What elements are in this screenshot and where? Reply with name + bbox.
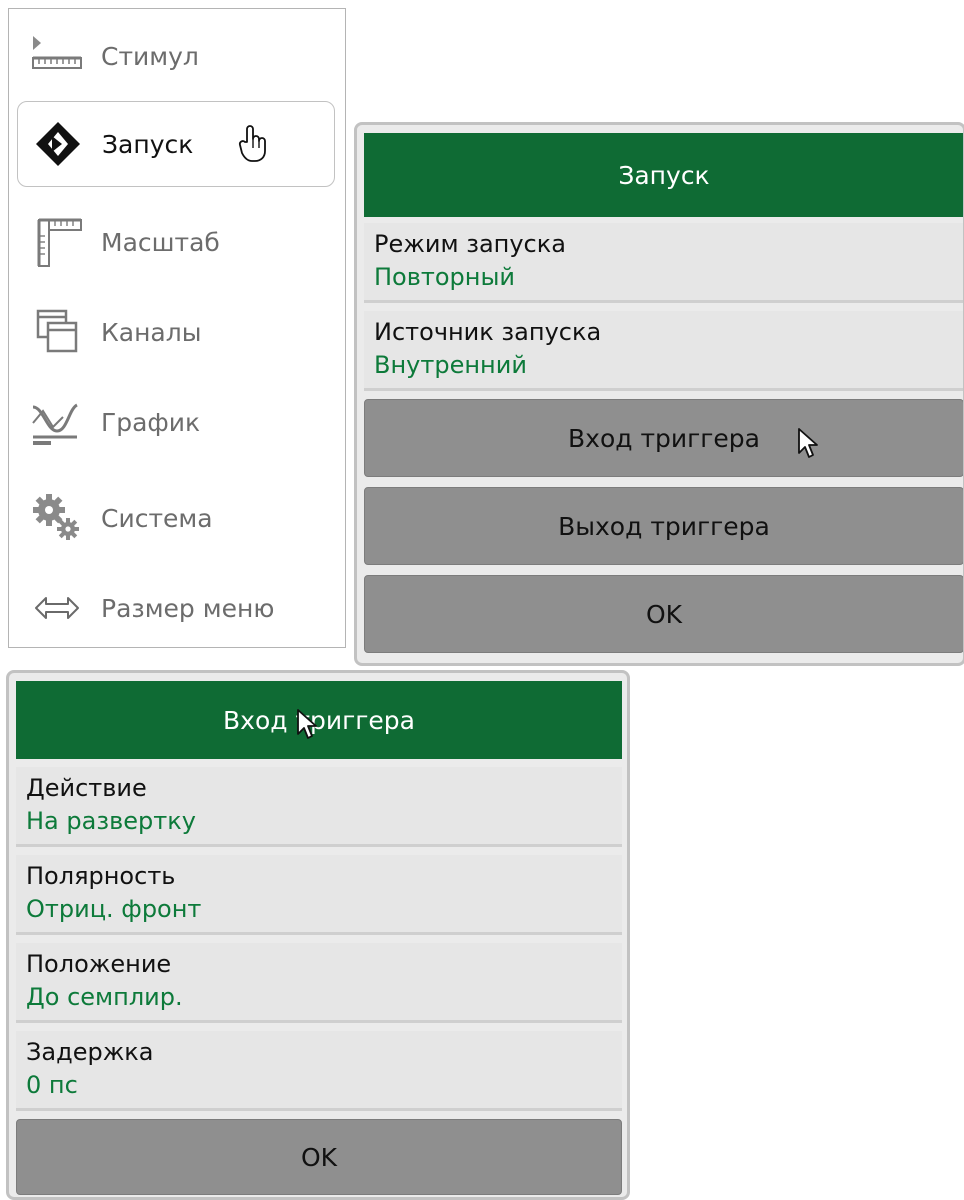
trigger-input-button[interactable]: Вход триггера: [364, 399, 963, 477]
trigger-input-panel: Вход триггера Действие На развертку Поля…: [6, 670, 630, 1200]
ok-button[interactable]: OK: [364, 575, 963, 653]
menu-item-label: Стимул: [101, 41, 199, 71]
field-value: Повторный: [374, 263, 516, 291]
field-label: Задержка: [26, 1038, 154, 1066]
field-label: Полярность: [26, 862, 176, 890]
panel-title: Запуск: [364, 133, 963, 217]
delay-field[interactable]: Задержка 0 пс: [16, 1031, 622, 1111]
menu-item-label: Масштаб: [101, 227, 220, 257]
menu-item-label: Каналы: [101, 317, 202, 347]
button-label: OK: [645, 599, 683, 629]
button-label: OK: [300, 1142, 338, 1172]
trigger-source-field[interactable]: Источник запуска Внутренний: [364, 311, 963, 391]
field-value: На развертку: [26, 807, 196, 835]
menu-item-label: Запуск: [102, 129, 194, 159]
button-label: Выход триггера: [558, 511, 770, 541]
field-label: Положение: [26, 950, 172, 978]
menu-item-trigger[interactable]: Запуск: [17, 101, 335, 187]
gears-icon: [21, 488, 93, 548]
field-value: До семплир.: [26, 983, 183, 1011]
field-value: Внутренний: [374, 351, 527, 379]
menu-item-label: Размер меню: [101, 593, 275, 623]
menu-item-menu-size[interactable]: Размер меню: [17, 565, 335, 651]
menu-item-graph[interactable]: График: [17, 379, 335, 465]
menu-item-stimulus[interactable]: Стимул: [17, 13, 335, 99]
softkey-menu: Стимул Запуск Масштаб Каналы График Сист…: [8, 8, 346, 648]
menu-item-scale[interactable]: Масштаб: [17, 199, 335, 285]
trigger-diamond-icon: [22, 114, 94, 174]
ruler-stimulus-icon: [21, 26, 93, 86]
menu-item-label: Система: [101, 503, 213, 533]
action-field[interactable]: Действие На развертку: [16, 767, 622, 847]
trace-graph-icon: [21, 392, 93, 452]
field-label: Режим запуска: [374, 230, 566, 258]
field-label: Источник запуска: [374, 318, 602, 346]
arrow-cursor-icon: [797, 427, 821, 465]
polarity-field[interactable]: Полярность Отриц. фронт: [16, 855, 622, 935]
menu-item-system[interactable]: Система: [17, 475, 335, 561]
field-value: Отриц. фронт: [26, 895, 202, 923]
menu-item-channels[interactable]: Каналы: [17, 289, 335, 375]
scale-ruler-icon: [21, 212, 93, 272]
position-field[interactable]: Положение До семплир.: [16, 943, 622, 1023]
resize-arrows-icon: [21, 578, 93, 638]
trigger-output-button[interactable]: Выход триггера: [364, 487, 963, 565]
ok-button[interactable]: OK: [16, 1119, 622, 1195]
hand-pointer-cursor-icon: [238, 124, 270, 170]
channels-windows-icon: [21, 302, 93, 362]
trigger-mode-field[interactable]: Режим запуска Повторный: [364, 223, 963, 303]
field-label: Действие: [26, 774, 147, 802]
arrow-cursor-icon: [296, 708, 320, 746]
field-value: 0 пс: [26, 1071, 78, 1099]
button-label: Вход триггера: [568, 423, 760, 453]
trigger-panel: Запуск Режим запуска Повторный Источник …: [354, 122, 964, 666]
menu-item-label: График: [101, 407, 201, 437]
